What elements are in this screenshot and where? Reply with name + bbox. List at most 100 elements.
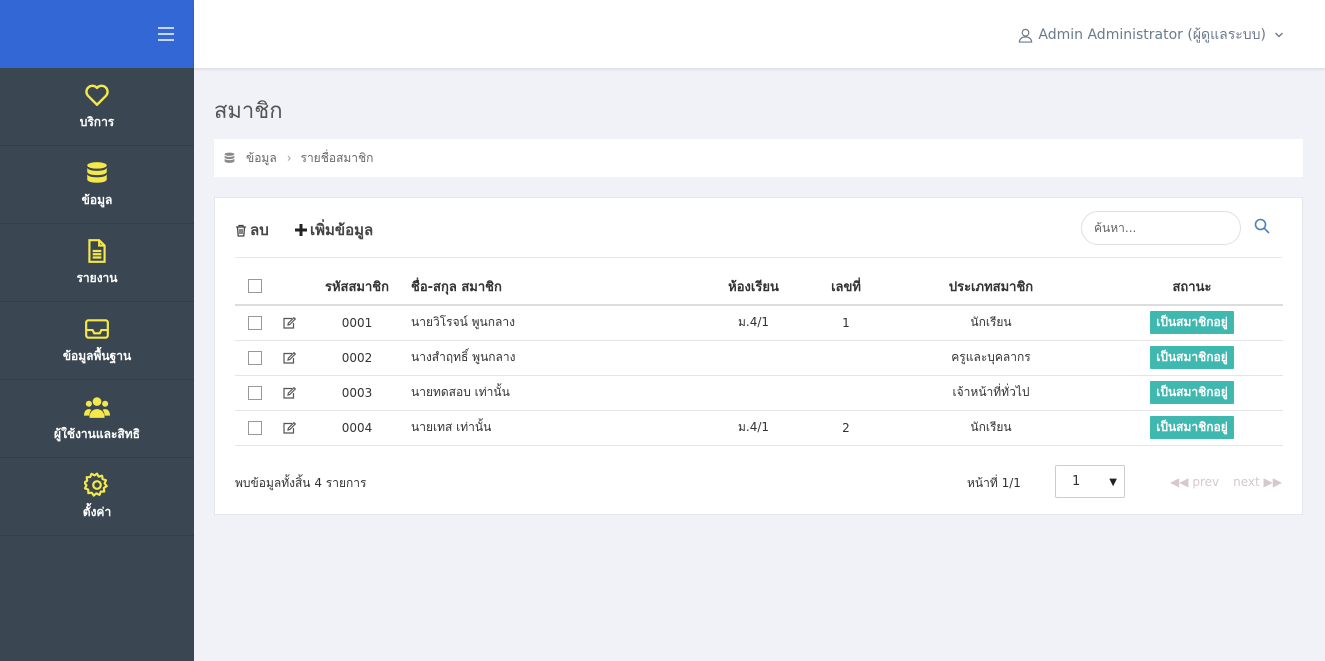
select-all-cell bbox=[235, 268, 275, 306]
cell-number: 2 bbox=[811, 410, 881, 446]
row-checkbox[interactable] bbox=[248, 385, 262, 400]
sidebar-item-label: ข้อมูล bbox=[81, 192, 113, 207]
cell-name: นายวิโรจน์ พูนกลาง bbox=[411, 305, 696, 341]
cell-name: นางสำฤทธิ์ พูนกลาง bbox=[411, 340, 696, 376]
sidebar-item-data[interactable]: ข้อมูล bbox=[0, 146, 194, 224]
rewind-icon: ◀◀ bbox=[1170, 475, 1189, 489]
status-badge: เป็นสมาชิกอยู่ bbox=[1150, 416, 1234, 439]
top-header: Admin Administrator (ผู้ดูแลระบบ) bbox=[194, 0, 1325, 68]
breadcrumb-separator-icon: › bbox=[286, 151, 292, 165]
hamburger-icon[interactable] bbox=[158, 27, 174, 41]
cell-type: ครูและบุคลากร bbox=[881, 340, 1101, 376]
cell-type: เจ้าหน้าที่ทั่วไป bbox=[881, 375, 1101, 411]
trash-icon bbox=[236, 224, 246, 237]
table-header-row: รหัสสมาชิก ชื่อ-สกุล สมาชิก ห้องเรียน เล… bbox=[235, 268, 1283, 306]
page-indicator: หน้าที่ 1/1 bbox=[967, 476, 1021, 490]
user-name: Admin Administrator (ผู้ดูแลระบบ) bbox=[1038, 27, 1266, 43]
edit-column-header bbox=[275, 268, 303, 306]
heart-icon bbox=[85, 84, 109, 106]
database-icon bbox=[224, 152, 235, 163]
next-button[interactable]: next ▶▶ bbox=[1233, 475, 1282, 489]
select-all-checkbox[interactable] bbox=[248, 279, 262, 293]
column-header-status[interactable]: สถานะ bbox=[1101, 268, 1283, 306]
cell-room bbox=[696, 375, 811, 411]
column-header-room[interactable]: ห้องเรียน bbox=[696, 268, 811, 306]
edit-icon[interactable] bbox=[282, 317, 296, 329]
members-table: รหัสสมาชิก ชื่อ-สกุล สมาชิก ห้องเรียน เล… bbox=[235, 268, 1283, 446]
table-row: 0003 นายทดสอบ เท่านั้น เจ้าหน้าที่ทั่วไป… bbox=[235, 375, 1283, 411]
row-edit-cell bbox=[275, 305, 303, 341]
chevron-down-icon bbox=[1275, 32, 1283, 38]
record-count: พบข้อมูลทั้งสิ้น 4 รายการ bbox=[235, 476, 367, 490]
status-badge: เป็นสมาชิกอยู่ bbox=[1150, 346, 1234, 369]
sidebar-item-label: ข้อมูลพื้นฐาน bbox=[62, 348, 132, 363]
sidebar-item-users[interactable]: ผู้ใช้งานและสิทธิ bbox=[0, 380, 194, 458]
page-select[interactable]: 1 ▼ bbox=[1055, 465, 1125, 498]
row-select-cell bbox=[235, 340, 275, 376]
row-edit-cell bbox=[275, 375, 303, 411]
add-data-label: เพิ่มข้อมูล bbox=[310, 221, 374, 239]
cell-room: ม.4/1 bbox=[696, 305, 811, 341]
breadcrumb-item-current: รายชื่อสมาชิก bbox=[300, 150, 374, 165]
page-select-value: 1 bbox=[1072, 474, 1081, 489]
sidebar-item-reports[interactable]: รายงาน bbox=[0, 224, 194, 302]
row-edit-cell bbox=[275, 410, 303, 446]
cell-room bbox=[696, 340, 811, 376]
add-data-button[interactable]: เพิ่มข้อมูล bbox=[295, 218, 373, 242]
toolbar: ลบ เพิ่มข้อมูล bbox=[235, 211, 1282, 258]
cell-number bbox=[811, 340, 881, 376]
edit-icon[interactable] bbox=[282, 387, 296, 399]
cell-id: 0002 bbox=[303, 340, 411, 376]
cell-type: นักเรียน bbox=[881, 410, 1101, 446]
breadcrumb-item-data[interactable]: ข้อมูล bbox=[246, 149, 277, 168]
cell-status: เป็นสมาชิกอยู่ bbox=[1101, 375, 1283, 411]
cell-status: เป็นสมาชิกอยู่ bbox=[1101, 410, 1283, 446]
inbox-icon bbox=[85, 318, 109, 339]
users-icon bbox=[84, 396, 110, 418]
cell-name: นายทดสอบ เท่านั้น bbox=[411, 375, 696, 411]
delete-label: ลบ bbox=[250, 221, 269, 239]
column-header-number[interactable]: เลขที่ bbox=[811, 268, 881, 306]
user-menu[interactable]: Admin Administrator (ผู้ดูแลระบบ) bbox=[1018, 24, 1289, 46]
cell-id: 0004 bbox=[303, 410, 411, 446]
row-select-cell bbox=[235, 410, 275, 446]
sidebar-item-label: รายงาน bbox=[76, 270, 118, 285]
column-header-type[interactable]: ประเภทสมาชิก bbox=[881, 268, 1101, 306]
row-select-cell bbox=[235, 375, 275, 411]
user-icon bbox=[1019, 28, 1033, 43]
column-header-name[interactable]: ชื่อ-สกุล สมาชิก bbox=[411, 268, 696, 306]
table-row: 0002 นางสำฤทธิ์ พูนกลาง ครูและบุคลากร เป… bbox=[235, 340, 1283, 376]
cell-status: เป็นสมาชิกอยู่ bbox=[1101, 340, 1283, 376]
search-input[interactable] bbox=[1081, 211, 1241, 245]
edit-icon[interactable] bbox=[282, 422, 296, 434]
breadcrumb: ข้อมูล › รายชื่อสมาชิก bbox=[214, 139, 1303, 177]
sidebar-item-settings[interactable]: ตั้งค่า bbox=[0, 458, 194, 536]
pager: ◀◀ prev next ▶▶ bbox=[1170, 475, 1282, 489]
sidebar: บริการ ข้อมูล รายงาน ข้อมูลพื้นฐาน ผู้ใช… bbox=[0, 68, 194, 661]
sidebar-item-label: ตั้งค่า bbox=[82, 504, 112, 519]
document-icon bbox=[88, 238, 106, 263]
status-badge: เป็นสมาชิกอยู่ bbox=[1150, 381, 1234, 404]
brand-bar bbox=[0, 0, 194, 68]
column-header-id[interactable]: รหัสสมาชิก bbox=[303, 268, 411, 306]
caret-down-icon: ▼ bbox=[1109, 477, 1117, 488]
search-icon[interactable] bbox=[1254, 218, 1270, 234]
row-select-cell bbox=[235, 305, 275, 341]
cell-number: 1 bbox=[811, 305, 881, 341]
plus-icon bbox=[295, 224, 307, 236]
cell-id: 0003 bbox=[303, 375, 411, 411]
row-checkbox[interactable] bbox=[248, 420, 262, 435]
row-checkbox[interactable] bbox=[248, 350, 262, 365]
delete-button[interactable]: ลบ bbox=[235, 218, 269, 242]
sidebar-item-services[interactable]: บริการ bbox=[0, 68, 194, 146]
prev-button[interactable]: ◀◀ prev bbox=[1170, 475, 1219, 489]
members-panel: ลบ เพิ่มข้อมูล รหัสสมาชิก ชื่อ-สกุล สมาช… bbox=[214, 197, 1303, 515]
database-icon bbox=[87, 161, 107, 183]
gear-icon bbox=[84, 472, 108, 497]
status-badge: เป็นสมาชิกอยู่ bbox=[1150, 311, 1234, 335]
sidebar-item-basic-data[interactable]: ข้อมูลพื้นฐาน bbox=[0, 302, 194, 380]
fast-forward-icon: ▶▶ bbox=[1263, 475, 1282, 489]
edit-icon[interactable] bbox=[282, 352, 296, 364]
cell-status: เป็นสมาชิกอยู่ bbox=[1101, 305, 1283, 341]
row-checkbox[interactable] bbox=[248, 316, 262, 330]
